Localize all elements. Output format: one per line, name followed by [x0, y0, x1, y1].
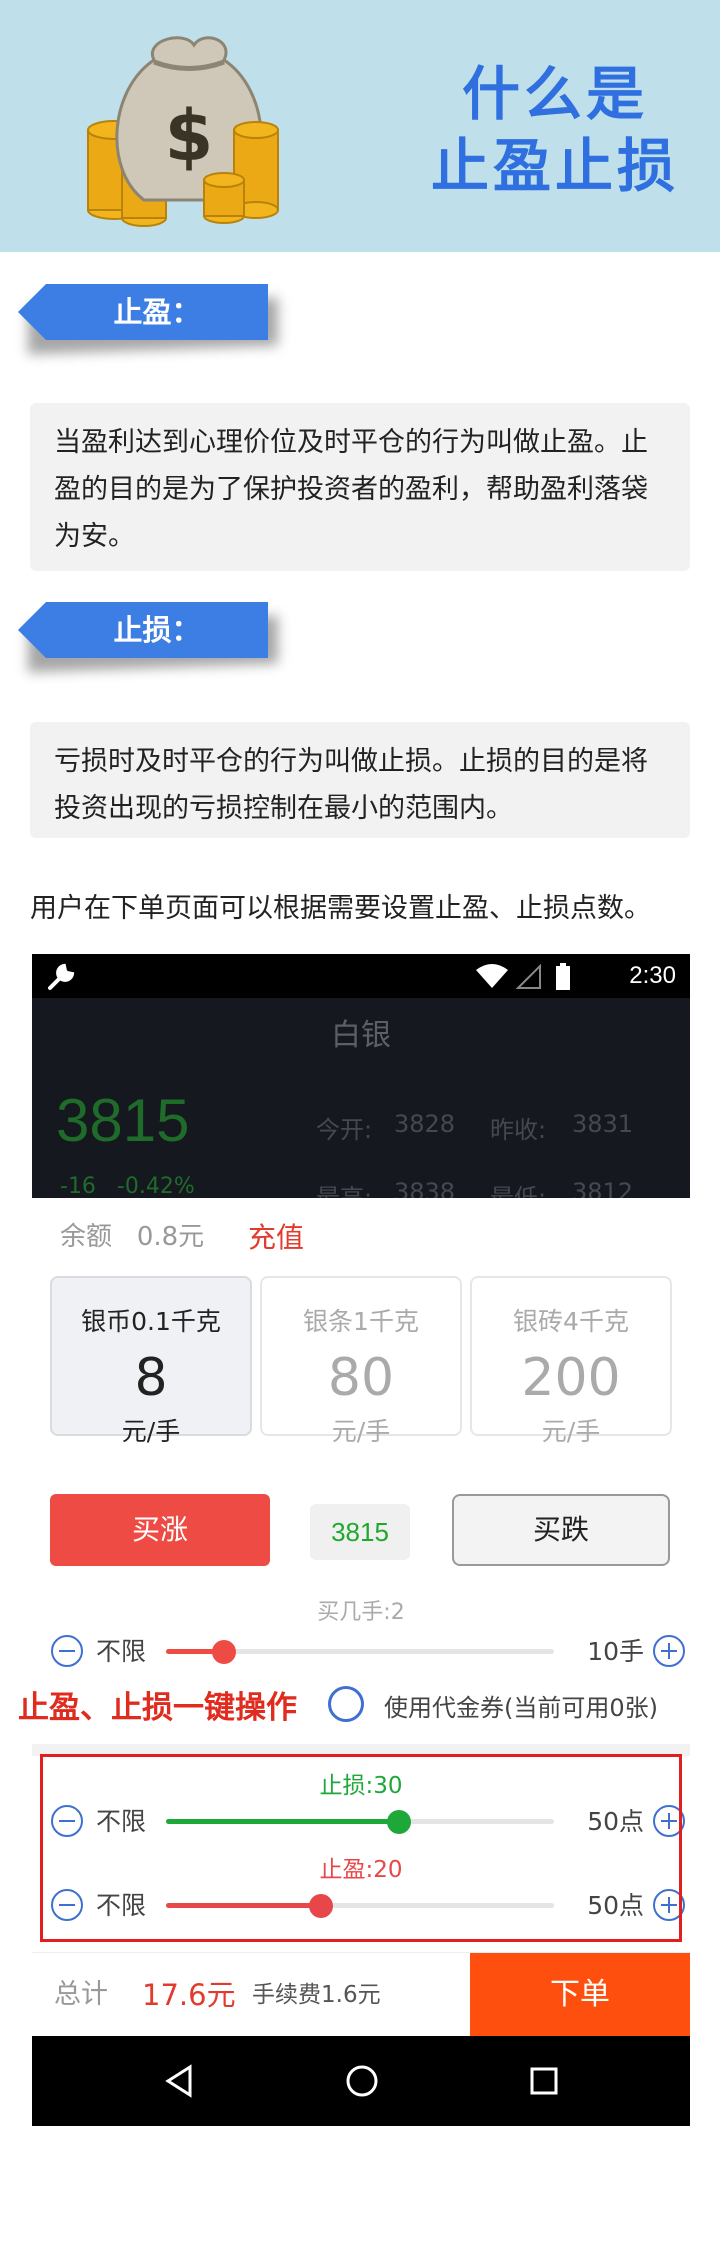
prev-close-value: 3831 [572, 1110, 634, 1138]
product-card-name: 银砖4千克 [513, 1307, 629, 1336]
status-time: 2:30 [629, 962, 676, 989]
current-price: 3815 [310, 1504, 410, 1560]
lots-label: 买几手:2 [317, 1600, 405, 1625]
back-icon[interactable] [160, 2061, 200, 2101]
minus-icon[interactable] [50, 1634, 84, 1668]
product-card-3[interactable]: 银砖4千克 200 元/手 [470, 1276, 672, 1446]
change-percent: -0.42% [116, 1174, 195, 1198]
order-screen: 2:30 白银 3815 -16 -0.42% 今开: 3828 昨收: 383… [18, 954, 690, 2126]
slider-track[interactable] [166, 1640, 554, 1664]
product-card-1[interactable]: 银币0.1千克 8 元/手 [50, 1276, 252, 1446]
status-bar: 2:30 [32, 954, 690, 998]
home-icon[interactable] [342, 2061, 382, 2101]
high-label: 最高: [316, 1184, 373, 1198]
product-card-price: 200 [521, 1348, 621, 1408]
signal-battery-icon [476, 963, 570, 990]
section-ribbon-stop-loss: 止损： [18, 602, 278, 673]
highlight-box [40, 1754, 682, 1942]
change-value: -16 [60, 1174, 96, 1198]
wrench-icon [48, 963, 75, 990]
total-label: 总计 [54, 1979, 108, 2010]
recents-icon[interactable] [524, 2061, 564, 2101]
coupon-radio[interactable] [328, 1686, 364, 1722]
stop-loss-description: 亏损时及时平仓的行为叫做止损。止损的目的是将投资出现的亏损控制在最小的范围内。 [30, 722, 690, 838]
section-heading: 止损： [113, 613, 201, 647]
section-ribbon-take-profit: 止盈： [18, 284, 278, 355]
buy-down-button[interactable]: 买跌 [452, 1494, 670, 1566]
product-card-price: 8 [134, 1348, 168, 1408]
total-amount: 17.6元 [142, 1978, 236, 2012]
money-bag-icon: $ [87, 36, 279, 227]
product-name: 白银 [331, 1018, 391, 1053]
recharge-link[interactable]: 充值 [248, 1216, 304, 1256]
product-card-unit: 元/手 [121, 1417, 181, 1446]
slider-max-label: 10手 [587, 1637, 644, 1666]
price-change: -16 -0.42% [60, 1174, 195, 1198]
product-card-2[interactable]: 银条1千克 80 元/手 [260, 1276, 462, 1446]
product-card-unit: 元/手 [541, 1417, 601, 1446]
svg-text:$: $ [165, 95, 214, 177]
take-profit-description: 当盈利达到心理价位及时平仓的行为叫做止盈。止盈的目的是为了保护投资者的盈利，帮助… [30, 403, 690, 571]
slider-knob[interactable] [212, 1640, 237, 1664]
product-card-price: 80 [327, 1348, 395, 1408]
intro-text: 用户在下单页面可以根据需要设置止盈、止损点数。 [30, 893, 651, 924]
place-order-button[interactable]: 下单 [470, 1953, 690, 2037]
prev-close-label: 昨收: [490, 1116, 547, 1144]
page-title: 什么是 止盈止损 [420, 58, 690, 202]
one-click-note: 止盈、止损一键操作 [18, 1690, 297, 1726]
product-card-name: 银币0.1千克 [81, 1307, 221, 1336]
last-price: 3815 [56, 1087, 190, 1154]
lots-slider: 不限 10手 [32, 1630, 690, 1674]
title-line-2: 止盈止损 [430, 132, 679, 200]
balance-value: 0.8元 [136, 1222, 205, 1252]
low-label: 最低: [490, 1184, 547, 1198]
nav-bar [32, 2036, 690, 2126]
product-card-name: 银条1千克 [303, 1307, 419, 1336]
buy-up-button[interactable]: 买涨 [50, 1494, 270, 1566]
slider-min-label: 不限 [96, 1637, 147, 1666]
low-value: 3812 [572, 1178, 634, 1198]
plus-icon[interactable] [652, 1634, 686, 1668]
quote-panel: 白银 3815 -16 -0.42% 今开: 3828 昨收: 3831 最高:… [32, 998, 690, 1198]
section-heading: 止盈： [113, 295, 201, 329]
coupon-label: 使用代金券(当前可用0张) [384, 1694, 658, 1722]
order-footer: 总计 17.6元 手续费1.6元 下单 [32, 1952, 690, 2037]
fee-text: 手续费1.6元 [252, 1982, 381, 2008]
title-line-1: 什么是 [461, 60, 648, 128]
open-label: 今开: [316, 1116, 373, 1144]
header-banner: $ 什么是 止盈止损 [0, 0, 720, 252]
high-value: 3838 [394, 1178, 456, 1198]
balance-label: 余额 [60, 1222, 113, 1252]
product-card-unit: 元/手 [331, 1417, 391, 1446]
open-value: 3828 [394, 1110, 456, 1138]
balance: 余额 0.8元 [60, 1216, 204, 1253]
